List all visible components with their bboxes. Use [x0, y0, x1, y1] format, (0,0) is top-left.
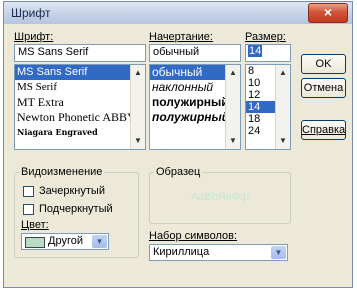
font-list-scrollbar[interactable]: ▲ ▼ — [130, 65, 145, 149]
effects-group-label: Видоизменение — [19, 166, 105, 178]
scroll-down-icon[interactable]: ▼ — [131, 135, 145, 147]
font-name-input[interactable]: MS Sans Serif — [14, 44, 146, 62]
effects-group: Видоизменение Зачеркнутый Подчеркнутый Ц… — [14, 166, 139, 258]
chevron-down-icon[interactable]: ▼ — [92, 235, 107, 248]
charset-label: Набор символов: — [149, 230, 238, 242]
underline-checkbox[interactable] — [23, 204, 34, 215]
window-title: Шрифт — [11, 6, 51, 20]
sample-group-label: Образец — [154, 166, 203, 178]
font-list-item[interactable]: MT Extra — [15, 95, 145, 110]
color-value: Другой — [48, 235, 83, 247]
sample-preview-text: AaBbЯяФф — [190, 191, 250, 203]
size-input[interactable]: 14 — [245, 44, 291, 62]
strikeout-checkbox[interactable] — [23, 186, 34, 197]
font-list-item[interactable]: Newton Phonetic ABBY — [15, 110, 145, 125]
scroll-down-icon[interactable]: ▼ — [276, 135, 290, 147]
strikeout-label[interactable]: Зачеркнутый — [39, 185, 105, 197]
size-label: Размер: — [245, 31, 286, 43]
charset-value: Кириллица — [153, 246, 210, 258]
close-button[interactable]: × — [308, 3, 348, 23]
style-list[interactable]: обычный наклонный полужирный полужирный … — [149, 64, 241, 150]
chevron-down-icon[interactable]: ▼ — [271, 246, 286, 259]
size-list[interactable]: 8 10 12 14 18 24 ▲ ▼ — [245, 64, 291, 150]
font-list-item[interactable]: MS Serif — [15, 80, 145, 95]
charset-combo[interactable]: Кириллица ▼ — [149, 244, 288, 261]
underline-label[interactable]: Подчеркнутый — [39, 203, 113, 215]
title-bar[interactable]: Шрифт × — [4, 2, 352, 24]
color-label: Цвет: — [21, 219, 49, 231]
font-label: Шрифт: — [14, 31, 54, 43]
sample-group: Образец AaBbЯяФф — [149, 166, 291, 224]
scroll-down-icon[interactable]: ▼ — [226, 135, 240, 147]
close-icon: × — [323, 4, 333, 20]
scroll-up-icon[interactable]: ▲ — [276, 67, 290, 79]
style-list-scrollbar[interactable]: ▲ ▼ — [225, 65, 240, 149]
cancel-button[interactable]: Отмена — [301, 78, 346, 98]
size-list-scrollbar[interactable]: ▲ ▼ — [275, 65, 290, 149]
font-dialog: Шрифт × Шрифт: MS Sans Serif MS Sans Ser… — [3, 1, 353, 288]
size-input-value: 14 — [248, 45, 263, 57]
ok-button[interactable]: OK — [301, 54, 346, 74]
color-combo[interactable]: Другой ▼ — [21, 233, 109, 250]
style-input[interactable]: обычный — [149, 44, 241, 62]
style-label: Начертание: — [149, 31, 213, 43]
help-button[interactable]: Справка — [301, 120, 346, 140]
font-list[interactable]: MS Sans Serif MS Serif MT Extra Newton P… — [14, 64, 146, 150]
font-list-item[interactable]: MS Sans Serif — [15, 65, 145, 80]
color-swatch — [25, 237, 45, 248]
scroll-up-icon[interactable]: ▲ — [226, 67, 240, 79]
scroll-up-icon[interactable]: ▲ — [131, 67, 145, 79]
font-list-item[interactable]: Niagara Engraved — [15, 125, 145, 140]
